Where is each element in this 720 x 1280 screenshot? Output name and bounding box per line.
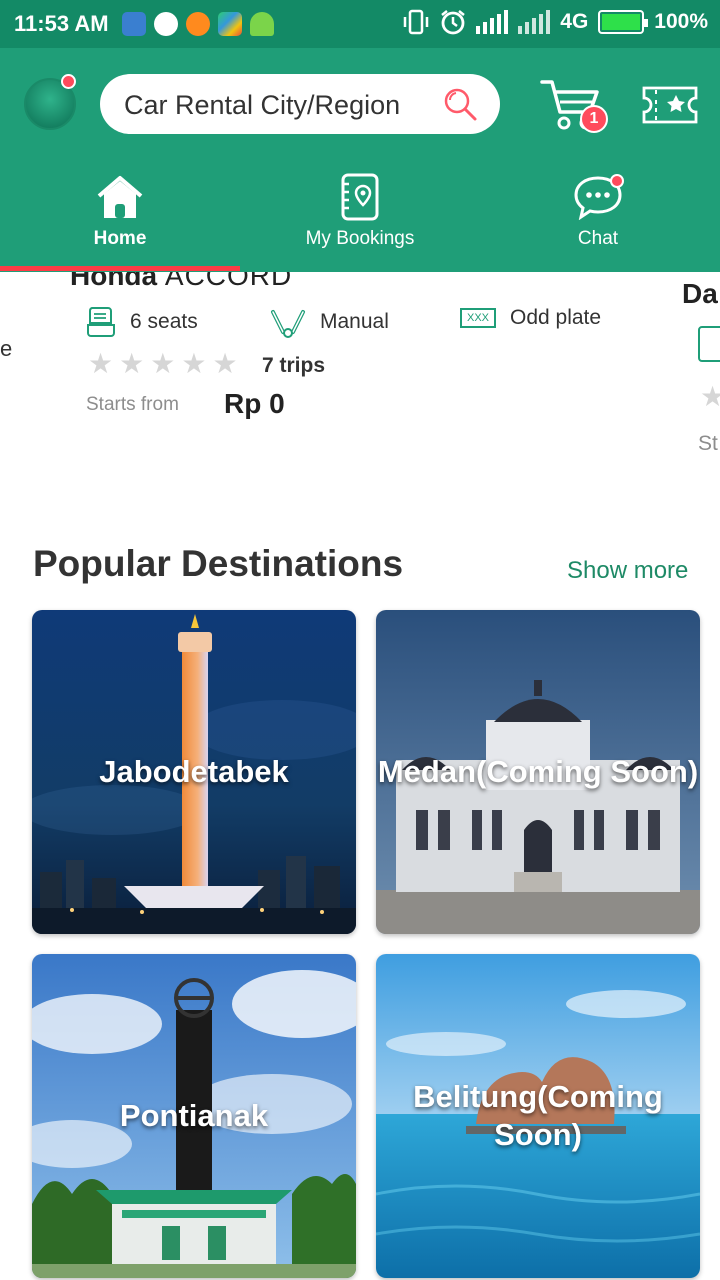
app-notification-icon	[122, 12, 146, 36]
rating-stars: ★ ★ ★ ★ ★	[88, 350, 238, 378]
plate-icon: XXX	[460, 308, 496, 328]
bottom-tab-bar: Home My Bookings Chat	[0, 166, 720, 272]
avatar-notification-dot	[61, 74, 76, 89]
destination-name: Medan(Coming Soon)	[377, 754, 699, 789]
signal-icon-2	[518, 10, 551, 34]
star-icon: ★	[181, 348, 207, 379]
star-icon: ★	[119, 348, 145, 379]
status-time: 11:53 AM	[14, 11, 109, 36]
seat-icon	[698, 326, 720, 362]
tab-my-bookings[interactable]: My Bookings	[290, 166, 430, 250]
android-icon	[250, 12, 274, 36]
car-seats-text: 6 seats	[130, 310, 198, 333]
battery-icon	[598, 10, 649, 34]
status-bar: 11:53 AM 4G 100%	[0, 0, 720, 48]
vibrate-icon	[404, 9, 429, 35]
section-title: Popular Destinations	[33, 543, 404, 584]
cart-count-badge: 1	[580, 105, 608, 133]
car-transmission: Manual	[270, 306, 389, 338]
voucher-icon[interactable]	[642, 86, 698, 124]
prev-car-fragment[interactable]: e	[0, 336, 12, 362]
app-header: 11:53 AM 4G 100% Car Rental City/Region …	[0, 0, 720, 272]
star-icon: ★	[150, 348, 176, 379]
mi-notification-icon	[186, 12, 210, 36]
car-card[interactable]: Honda ACCORD 6 seats Manual XXX Odd plat…	[0, 260, 720, 472]
star-icon: ★	[212, 348, 238, 379]
battery-percent: 100%	[654, 10, 708, 33]
tab-my-bookings-label: My Bookings	[305, 228, 415, 249]
notification-icons	[122, 12, 274, 36]
search-bar[interactable]: Car Rental City/Region	[100, 74, 500, 134]
home-icon	[97, 176, 143, 218]
starts-from-label: Starts from	[86, 394, 179, 415]
app-root: 11:53 AM 4G 100% Car Rental City/Region …	[0, 0, 720, 1280]
destination-card-medan[interactable]: Medan(Coming Soon)	[376, 610, 700, 934]
car-seats: 6 seats	[86, 306, 198, 338]
network-type: 4G	[560, 10, 589, 33]
search-input[interactable]: Car Rental City/Region	[124, 90, 400, 121]
destination-card-pontianak[interactable]: Pontianak	[32, 954, 356, 1278]
tab-home[interactable]: Home	[60, 166, 180, 250]
trips-count: 7 trips	[262, 354, 326, 377]
show-more-link[interactable]: Show more	[567, 557, 688, 585]
destination-card-jabodetabek[interactable]: Jabodetabek	[32, 610, 356, 934]
tab-chat-label: Chat	[577, 228, 619, 249]
alarm-icon	[441, 10, 466, 35]
star-icon: ★	[700, 381, 720, 412]
status-right: 4G 100%	[402, 9, 708, 35]
car-transmission-text: Manual	[320, 310, 389, 333]
shield-notification-icon	[154, 12, 178, 36]
tab-active-indicator	[0, 266, 240, 271]
car-plate: XXX Odd plate	[460, 306, 601, 330]
tab-home-label: Home	[93, 228, 147, 249]
destination-name: Belitung(Coming Soon)	[413, 1079, 663, 1152]
search-icon[interactable]	[442, 86, 478, 122]
signal-icon	[476, 10, 509, 34]
tab-chat[interactable]: Chat	[538, 166, 658, 250]
next-car-starts-from: St	[698, 432, 718, 455]
car-price: Rp 0	[224, 388, 285, 419]
chat-notification-dot	[610, 174, 624, 188]
star-icon: ★	[88, 348, 114, 379]
next-car-title[interactable]: Da	[682, 278, 718, 310]
seat-icon	[87, 307, 115, 337]
play-store-icon	[218, 12, 242, 36]
destination-name: Jabodetabek	[99, 754, 289, 789]
car-plate-text: Odd plate	[510, 306, 602, 329]
destination-card-belitung[interactable]: Belitung(Coming Soon)	[376, 954, 700, 1278]
bookings-icon	[341, 173, 379, 221]
destination-name: Pontianak	[119, 1098, 269, 1133]
transmission-icon	[271, 310, 305, 338]
